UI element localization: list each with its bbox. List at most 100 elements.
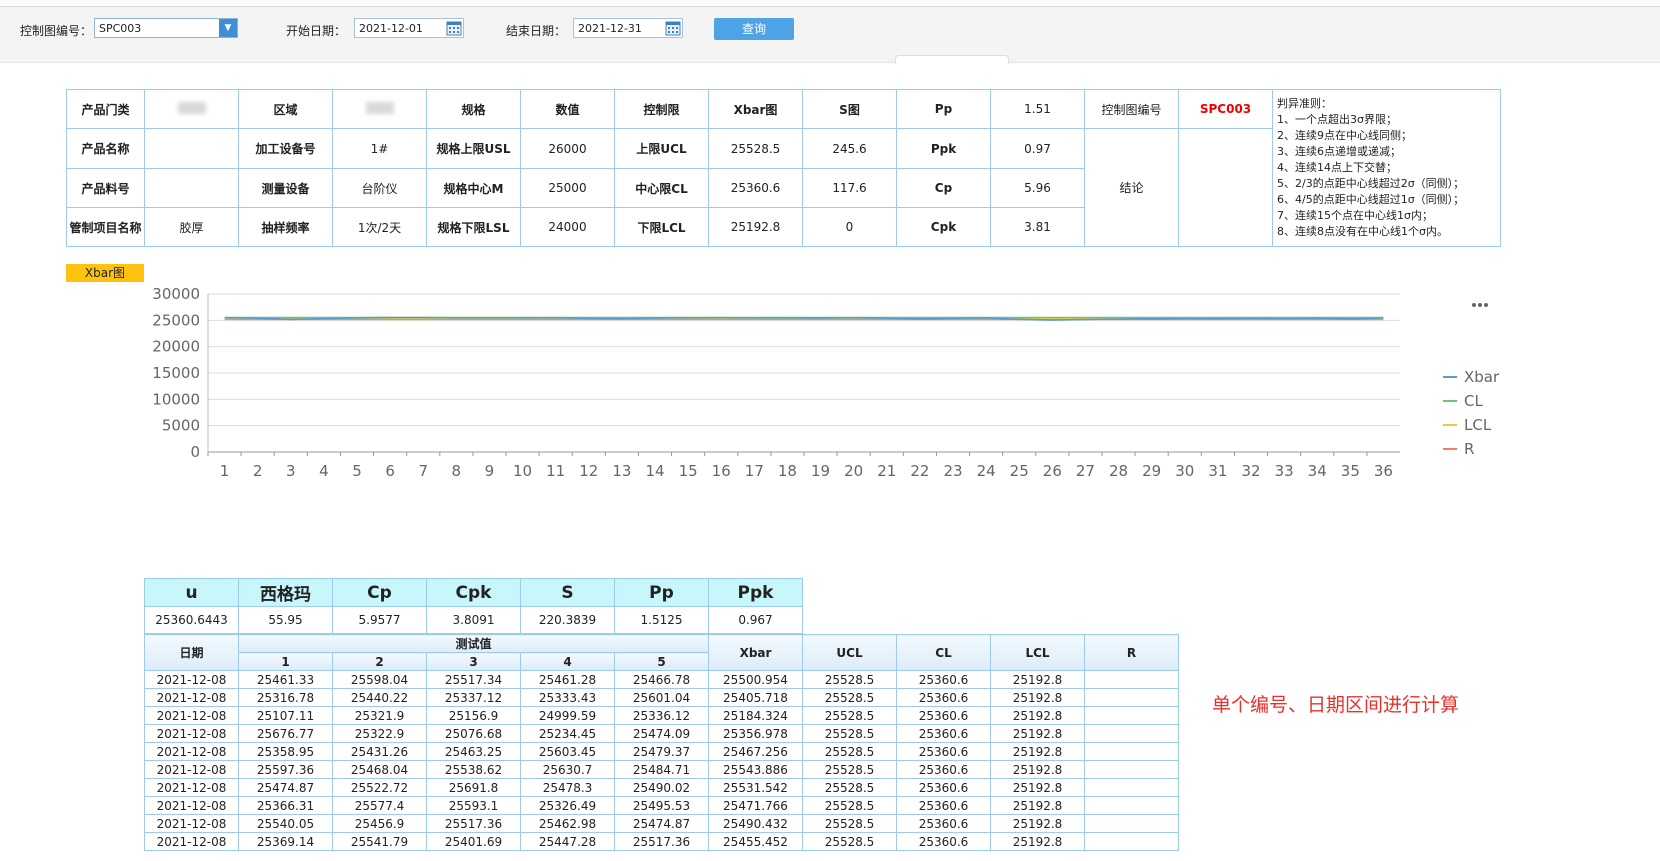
query-button[interactable]: 查询 [714, 18, 794, 40]
rules-title: 判异准则： [1277, 97, 1332, 110]
m-value: 25000 [520, 168, 615, 208]
rule-item: 1、一个点超出3σ界限； [1277, 113, 1397, 126]
table-cell: 24999.59 [520, 706, 615, 725]
table-cell: 25360.6 [896, 742, 991, 761]
ppk-label: Ppk [896, 128, 991, 169]
rule-item: 4、连续14点上下交替； [1277, 161, 1397, 174]
x-tick-label: 3 [286, 462, 296, 480]
calendar-icon[interactable] [446, 20, 462, 36]
table-cell: 25192.8 [990, 688, 1085, 707]
more-dots-icon[interactable] [1472, 303, 1488, 307]
table-cell: 25401.69 [426, 832, 521, 851]
freq-value: 1次/2天 [332, 207, 427, 247]
table-cell: 25360.6 [896, 832, 991, 851]
table-cell: 25495.53 [614, 796, 709, 815]
table-cell: 25447.28 [520, 832, 615, 851]
table-cell: 25184.324 [708, 706, 803, 725]
y-tick-label: 0 [190, 443, 200, 461]
table-cell: 25316.78 [238, 688, 333, 707]
table-cell: 25192.8 [990, 670, 1085, 689]
x-tick-label: 26 [1043, 462, 1062, 480]
stat-value-s: 220.3839 [520, 606, 615, 634]
x-tick-label: 1 [220, 462, 230, 480]
stat-header-cpk: Cpk [426, 578, 521, 607]
chevron-down-icon[interactable]: ▼ [219, 19, 237, 37]
control-chart-select[interactable]: SPC003 ▼ [94, 18, 238, 38]
table-cell: 25192.8 [990, 724, 1085, 743]
table-cell: 25528.5 [802, 778, 897, 797]
freq-label: 抽样频率 [238, 207, 333, 247]
table-cell: 2021-12-08 [144, 778, 239, 797]
x-tick-label: 12 [579, 462, 598, 480]
m-label: 规格中心M [426, 168, 521, 208]
table-row[interactable]: 2021-12-08 25461.33 25598.04 25517.34 25461.… [144, 670, 1179, 689]
x-tick-label: 35 [1341, 462, 1360, 480]
table-cell: 25471.766 [708, 796, 803, 815]
table-cell: 25528.5 [802, 814, 897, 833]
part-no-value [144, 168, 239, 208]
start-date-input[interactable]: 2021-12-01 [354, 18, 464, 38]
x-tick-label: 32 [1241, 462, 1260, 480]
cp-label: Cp [896, 168, 991, 208]
table-row[interactable]: 2021-12-08 25597.36 25468.04 25538.62 25630.… [144, 760, 1179, 779]
lcl-s-value: 0 [802, 207, 897, 247]
table-cell [1084, 778, 1179, 797]
product-category-value [144, 89, 239, 129]
table-row[interactable]: 2021-12-08 25676.77 25322.9 25076.68 25234.4… [144, 724, 1179, 743]
table-cell: 25360.6 [896, 724, 991, 743]
rule-item: 8、连续8点没有在中心线1个σ内。 [1277, 225, 1448, 238]
conclusion-value [1178, 128, 1273, 247]
end-date-label: 结束日期： [506, 24, 567, 38]
table-row[interactable]: 2021-12-08 25369.14 25541.79 25401.69 25447.… [144, 832, 1179, 851]
lsl-label: 规格下限LSL [426, 207, 521, 247]
table-cell: 25676.77 [238, 724, 333, 743]
collapse-toggle[interactable] [895, 55, 1009, 64]
table-cell: 2021-12-08 [144, 796, 239, 815]
sub-header-3: 3 [426, 652, 521, 671]
calendar-icon[interactable] [665, 20, 681, 36]
table-cell: 25192.8 [990, 832, 1085, 851]
legend-label: CL [1464, 392, 1483, 410]
table-cell: 25528.5 [802, 706, 897, 725]
table-cell [1084, 706, 1179, 725]
table-cell: 25321.9 [332, 706, 427, 725]
lcl-label: 下限LCL [614, 207, 709, 247]
cpk-label: Cpk [896, 207, 991, 247]
table-row[interactable]: 2021-12-08 25366.31 25577.4 25593.1 25326.49… [144, 796, 1179, 815]
redacted-blur [365, 101, 394, 114]
table-cell: 25356.978 [708, 724, 803, 743]
table-cell: 25360.6 [896, 796, 991, 815]
table-cell: 25538.62 [426, 760, 521, 779]
table-cell: 25461.33 [238, 670, 333, 689]
table-cell: 25598.04 [332, 670, 427, 689]
xbar-chart-label: Xbar图 [708, 89, 803, 129]
table-cell: 25597.36 [238, 760, 333, 779]
xbar-chart-tab[interactable]: Xbar图 [66, 264, 144, 282]
rule-item: 7、连续15个点在中心线1σ内； [1277, 209, 1433, 222]
table-cell: 25601.04 [614, 688, 709, 707]
stat-header-ppk: Ppk [708, 578, 803, 607]
table-row[interactable]: 2021-12-08 25316.78 25440.22 25337.12 25333.… [144, 688, 1179, 707]
table-cell: 25456.9 [332, 814, 427, 833]
stat-header-sigma: 西格玛 [238, 578, 333, 607]
table-cell: 25522.72 [332, 778, 427, 797]
table-cell: 25528.5 [802, 724, 897, 743]
table-cell [1084, 688, 1179, 707]
table-cell: 25192.8 [990, 706, 1085, 725]
table-row[interactable]: 2021-12-08 25540.05 25456.9 25517.36 25462.9… [144, 814, 1179, 833]
sub-header-2: 2 [332, 652, 427, 671]
table-row[interactable]: 2021-12-08 25358.95 25431.26 25463.25 25603.… [144, 742, 1179, 761]
table-cell: 25474.87 [238, 778, 333, 797]
table-cell: 25192.8 [990, 778, 1085, 797]
top-strip [0, 0, 1660, 7]
table-row[interactable]: 2021-12-08 25474.87 25522.72 25691.8 25478.3… [144, 778, 1179, 797]
control-limit-label: 控制限 [614, 89, 709, 129]
equipment-label: 加工设备号 [238, 128, 333, 169]
end-date-input[interactable]: 2021-12-31 [573, 18, 683, 38]
ppk-value: 0.97 [990, 128, 1085, 169]
xbar-chart: 0500010000150002000025000300001 2 3 4 5 6 7 8 9 1… [152, 285, 1500, 480]
control-chart-value: SPC003 [99, 22, 142, 35]
table-row[interactable]: 2021-12-08 25107.11 25321.9 25156.9 24999.59… [144, 706, 1179, 725]
table-cell: 25192.8 [990, 796, 1085, 815]
x-tick-label: 28 [1109, 462, 1128, 480]
